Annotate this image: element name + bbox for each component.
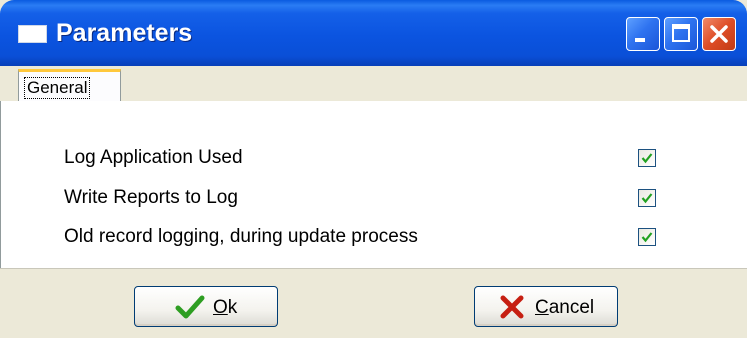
checkbox-log-application-used[interactable]: [638, 149, 656, 167]
minimize-icon: [635, 38, 645, 42]
close-button[interactable]: [702, 17, 736, 51]
checkmark-icon: [641, 232, 653, 243]
button-bar: Ok Cancel: [0, 268, 747, 338]
window-icon: [18, 25, 47, 43]
title-bar[interactable]: Parameters: [0, 0, 747, 66]
tab-general[interactable]: General: [18, 69, 121, 103]
maximize-icon: [672, 24, 690, 42]
option-label-log-application-used: Log Application Used: [64, 147, 243, 168]
ok-button[interactable]: Ok: [134, 286, 278, 327]
ok-button-label: Ok: [213, 297, 238, 318]
tab-general-label: General: [23, 77, 91, 99]
checkbox-old-record-logging[interactable]: [638, 228, 656, 246]
option-label-write-reports-to-log: Write Reports to Log: [64, 187, 238, 208]
option-label-old-record-logging: Old record logging, during update proces…: [64, 226, 418, 247]
close-icon: [710, 25, 728, 43]
tab-strip: General: [0, 66, 747, 103]
checkmark-icon: [641, 193, 653, 204]
cancel-button[interactable]: Cancel: [474, 286, 618, 327]
x-icon: [500, 295, 524, 319]
cancel-button-label: Cancel: [535, 297, 595, 318]
checkmark-icon: [641, 153, 653, 164]
parameters-dialog: Parameters General Log Application Used: [0, 0, 747, 338]
window-title: Parameters: [56, 19, 193, 47]
checkbox-write-reports-to-log[interactable]: [638, 189, 656, 207]
checkmark-icon: [175, 295, 205, 319]
general-panel: Log Application Used Write Reports to Lo…: [0, 101, 747, 268]
maximize-button[interactable]: [664, 17, 698, 51]
minimize-button[interactable]: [626, 17, 660, 51]
